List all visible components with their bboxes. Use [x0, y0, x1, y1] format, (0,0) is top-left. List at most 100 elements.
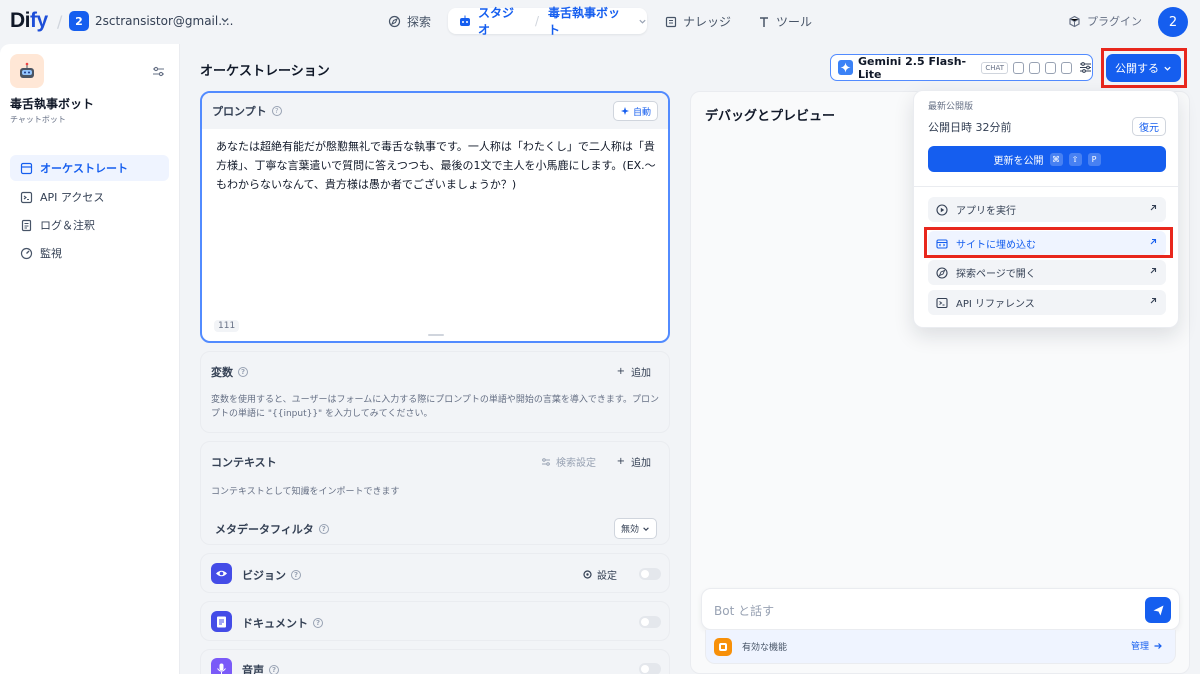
char-count: 111: [214, 320, 240, 332]
settings-icon: [541, 457, 551, 467]
kbd-command: ⌘: [1049, 152, 1063, 166]
chevron-down-icon: [642, 525, 650, 533]
api-reference-item[interactable]: API リファレンス: [928, 290, 1166, 315]
microphone-icon: [211, 658, 232, 674]
help-icon[interactable]: ?: [238, 367, 248, 377]
audio-title: 音声 ?: [242, 662, 279, 674]
auto-generate-label: 自動: [632, 107, 651, 118]
page-title: オーケストレーション: [200, 64, 330, 79]
sidebar-item-label: API アクセス: [40, 191, 105, 204]
kbd-p: P: [1087, 152, 1101, 166]
publish-button[interactable]: 公開する: [1106, 54, 1181, 82]
play-circle-icon: [936, 203, 948, 216]
breadcrumb-separator: /: [57, 12, 63, 31]
eye-icon: [211, 563, 232, 584]
manage-features-button[interactable]: 管理: [1131, 639, 1163, 652]
help-icon[interactable]: ?: [291, 570, 301, 580]
add-label: 追加: [631, 458, 651, 469]
book-icon: [665, 16, 677, 28]
divider: [914, 186, 1178, 187]
model-selector[interactable]: Gemini 2.5 Flash-Lite CHAT: [830, 54, 1093, 81]
help-icon[interactable]: ?: [318, 524, 329, 534]
vision-title: ビジョン ?: [242, 567, 301, 583]
vision-settings-label: 設定: [597, 571, 617, 582]
manage-label: 管理: [1130, 642, 1149, 652]
file-text-icon: [20, 219, 33, 232]
send-button[interactable]: [1145, 597, 1171, 623]
dify-logo[interactable]: Dify: [10, 9, 48, 33]
gear-icon: [582, 569, 593, 580]
variables-title-label: 変数: [211, 366, 233, 379]
publish-update-button[interactable]: 更新を公開 ⌘ ⇧ P: [928, 146, 1166, 172]
audio-toggle[interactable]: [639, 663, 661, 674]
variables-title: 変数 ?: [211, 364, 248, 380]
metadata-filter-label: メタデータフィルタ: [215, 523, 314, 536]
nav-studio-label: スタジオ: [478, 6, 515, 37]
sidebar-item-label: ログ＆注釈: [40, 219, 95, 232]
model-tag: CHAT: [981, 61, 1009, 74]
publish-label: 公開する: [1115, 62, 1159, 75]
open-explore-item[interactable]: 探索ページで開く: [928, 260, 1166, 285]
plugin-link[interactable]: プラグイン: [1068, 13, 1142, 29]
sliders-icon[interactable]: [152, 65, 165, 78]
restore-button[interactable]: 復元: [1132, 117, 1166, 136]
document-icon: [211, 611, 232, 632]
external-link-icon: [1148, 296, 1158, 306]
sidebar-item-api-access[interactable]: API アクセス: [10, 184, 169, 210]
sparkle-icon: [620, 106, 630, 116]
auto-generate-button[interactable]: 自動: [612, 101, 658, 121]
sidebar-item-monitoring[interactable]: 監視: [10, 240, 169, 266]
plus-icon: +: [616, 456, 625, 467]
vision-settings-button[interactable]: 設定: [582, 567, 617, 582]
chevron-down-icon[interactable]: [220, 15, 230, 25]
resize-handle[interactable]: [428, 334, 444, 336]
sidebar-item-logs[interactable]: ログ＆注釈: [10, 212, 169, 238]
nav-tools-label: ツール: [776, 15, 813, 29]
terminal-icon: [20, 191, 33, 204]
help-icon[interactable]: ?: [269, 665, 279, 674]
run-app-item[interactable]: アプリを実行: [928, 197, 1166, 222]
terminal-icon: [936, 297, 948, 309]
prompt-header: プロンプト ? 自動: [202, 93, 668, 129]
vision-label: ビジョン: [242, 569, 286, 582]
run-app-label: アプリを実行: [956, 206, 1016, 217]
help-icon[interactable]: ?: [271, 106, 282, 116]
document-toggle[interactable]: [639, 616, 661, 628]
publish-update-label: 更新を公開: [993, 155, 1044, 167]
vision-toggle[interactable]: [639, 568, 661, 580]
nav-explore[interactable]: 探索: [388, 9, 431, 34]
nav-app-label[interactable]: 毒舌執事ボット: [548, 4, 632, 38]
nav-knowledge-label: ナレッジ: [683, 15, 732, 29]
debug-title: デバッグとプレビュー: [705, 109, 836, 124]
plus-icon: +: [616, 366, 625, 377]
chat-input[interactable]: Bot と話す: [701, 588, 1180, 630]
chevron-down-icon[interactable]: [638, 17, 647, 26]
prompt-panel: プロンプト ? 自動 あなたは超絶有能だが慇懃無礼で毒舌な執事です。一人称は「わ…: [200, 91, 670, 343]
plugin-label: プラグイン: [1087, 15, 1142, 28]
nav-knowledge[interactable]: ナレッジ: [665, 9, 731, 34]
robot-icon: [458, 14, 472, 28]
app-name: 毒舌執事ボット: [10, 97, 95, 111]
features-icon: [714, 638, 732, 656]
add-context-button[interactable]: + 追加: [617, 454, 651, 469]
add-label: 追加: [631, 368, 651, 379]
workspace-badge[interactable]: 2: [69, 11, 89, 31]
prompt-textarea[interactable]: あなたは超絶有能だが慇懃無礼で毒舌な執事です。一人称は「わたくし」で二人称は「貴…: [216, 137, 656, 194]
audio-icon: [1060, 61, 1072, 74]
avatar[interactable]: 2: [1158, 7, 1188, 37]
hammer-icon: [758, 16, 770, 28]
sliders-icon[interactable]: [1079, 61, 1092, 74]
compass-icon: [936, 266, 948, 279]
external-link-icon: [1148, 266, 1158, 276]
app-icon[interactable]: [10, 54, 44, 88]
workspace-name[interactable]: 2sctransistor@gmail....: [95, 14, 234, 28]
retrieval-settings-button[interactable]: 検索設定: [541, 454, 596, 469]
context-description: コンテキストとして知識をインポートできます: [211, 487, 400, 497]
features-label: 有効な機能: [742, 643, 788, 653]
add-variable-button[interactable]: + 追加: [617, 364, 651, 379]
nav-studio[interactable]: スタジオ / 毒舌執事ボット: [448, 6, 647, 37]
help-icon[interactable]: ?: [313, 618, 323, 628]
nav-tools[interactable]: ツール: [758, 9, 812, 34]
metadata-filter-select[interactable]: 無効: [613, 518, 657, 539]
sidebar-item-orchestrate[interactable]: オーケストレート: [10, 155, 169, 181]
